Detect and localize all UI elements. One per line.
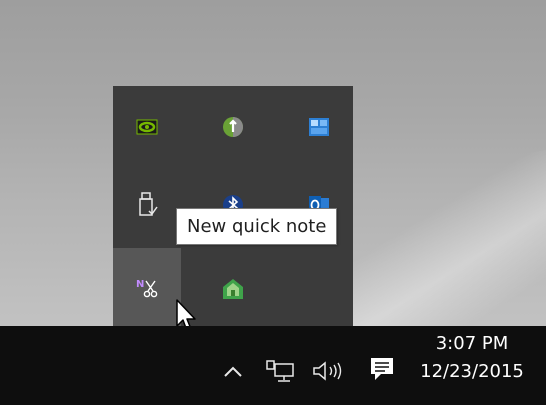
usb-eject-icon [139, 192, 158, 216]
chevron-up-icon [224, 366, 242, 377]
volume-button[interactable] [310, 356, 350, 386]
action-center-button[interactable] [364, 352, 400, 386]
tray-slot-update[interactable] [199, 94, 267, 160]
tray-slot-nvidia[interactable] [113, 94, 181, 160]
tray-slot-home[interactable] [199, 256, 267, 322]
globe-update-icon [223, 117, 243, 137]
clock-date: 12/23/2015 [420, 361, 524, 382]
show-hidden-icons-button[interactable] [220, 358, 246, 384]
taskbar-clock[interactable]: 3:07 PM 12/23/2015 [408, 331, 536, 387]
clock-time: 3:07 PM [435, 333, 509, 354]
tray-overflow-panel: N [113, 86, 353, 326]
tray-slot-tiles[interactable] [285, 94, 353, 160]
tooltip-new-quick-note: New quick note [176, 208, 338, 245]
tray-slot-usb[interactable] [113, 172, 181, 238]
network-icon [266, 360, 294, 382]
svg-text:N: N [136, 279, 144, 290]
nvidia-icon [136, 119, 158, 135]
tray-slot-onenote[interactable]: N [113, 248, 181, 326]
speaker-icon [313, 361, 342, 381]
home-app-icon [223, 279, 243, 299]
network-button[interactable] [263, 356, 297, 386]
tiles-app-icon [309, 118, 329, 136]
onenote-clip-icon: N [136, 279, 158, 298]
action-center-icon [371, 358, 393, 380]
